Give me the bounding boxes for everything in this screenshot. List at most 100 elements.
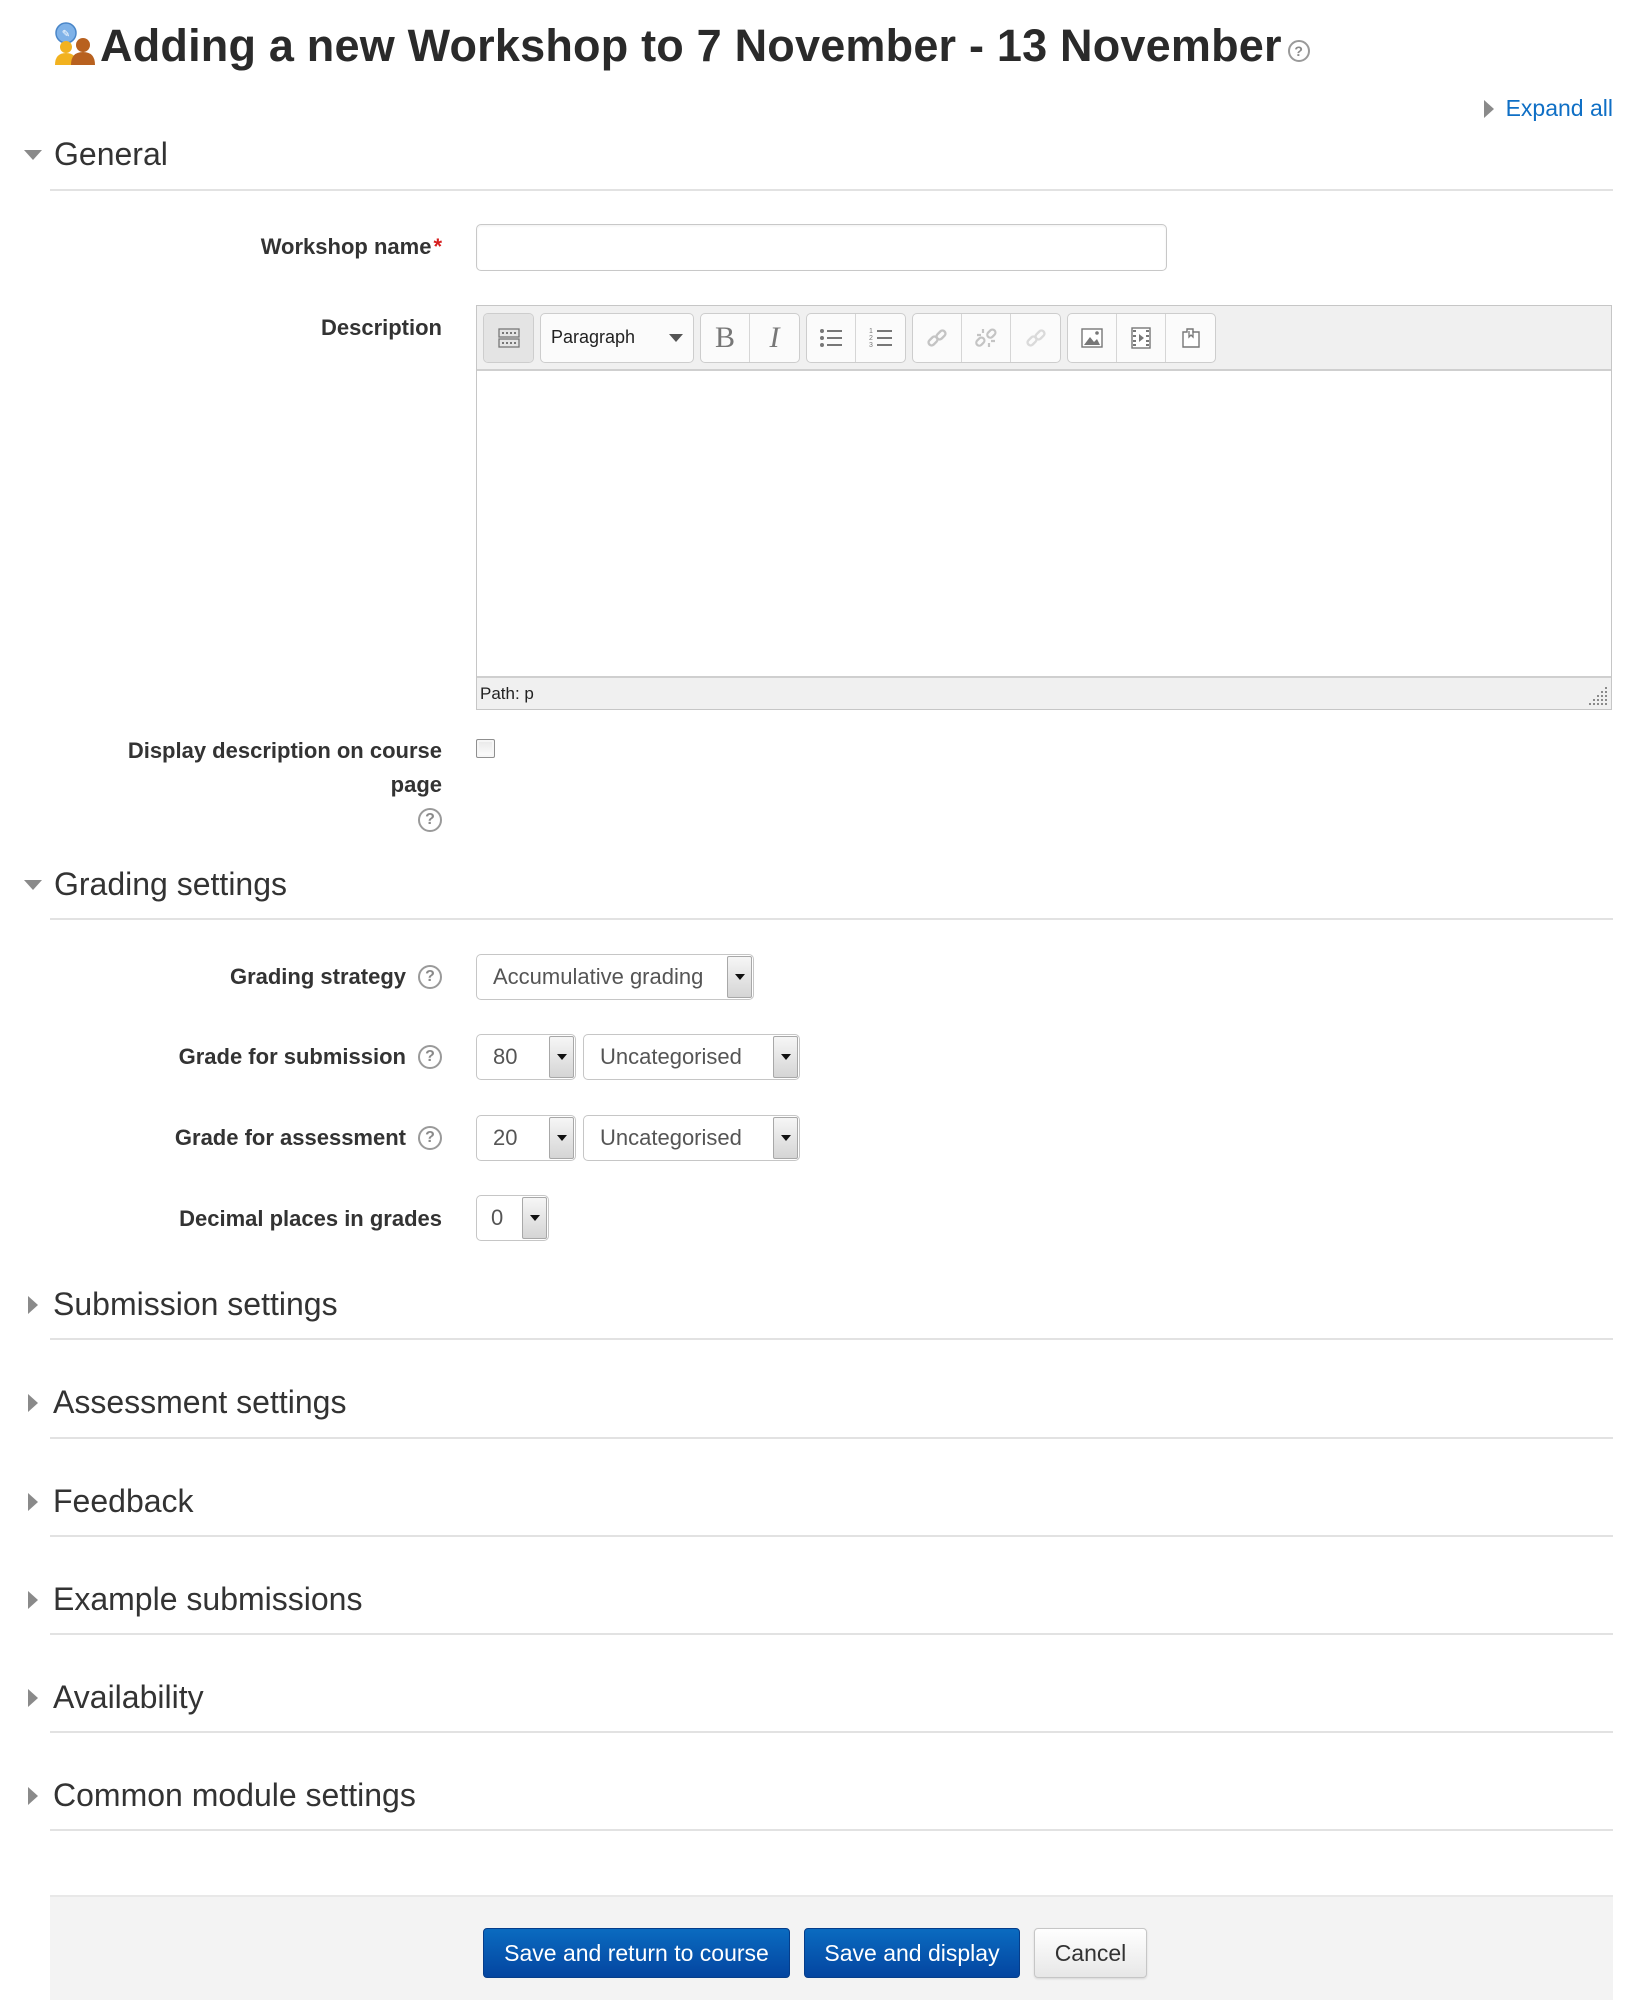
- editor-path-bar: Path: p: [477, 676, 1611, 709]
- cancel-button[interactable]: Cancel: [1034, 1928, 1147, 1978]
- dropdown-arrow-icon: [773, 1117, 798, 1159]
- paragraph-format-select[interactable]: Paragraph: [541, 314, 693, 362]
- save-and-display-button[interactable]: Save and display: [804, 1928, 1020, 1978]
- chevron-down-icon: [669, 333, 683, 342]
- divider: [50, 1535, 1613, 1537]
- manage-files-button[interactable]: [1166, 314, 1215, 362]
- label-line: Display description on course: [127, 738, 442, 763]
- workshop-icon: ✎: [52, 21, 96, 72]
- ordered-list-button[interactable]: 123: [856, 314, 905, 362]
- expand-arrow-icon: [28, 1295, 38, 1314]
- save-and-return-button[interactable]: Save and return to course: [483, 1928, 790, 1978]
- page-header: ✎ Adding a new Workshop to 7 November - …: [52, 18, 1310, 74]
- dropdown-arrow-icon: [549, 1117, 574, 1159]
- section-header-assessment-settings[interactable]: Assessment settings: [24, 1384, 346, 1421]
- dropdown-arrow-icon: [727, 956, 752, 998]
- divider: [50, 1338, 1613, 1340]
- label-text: Description: [320, 315, 442, 340]
- description-label: Description: [321, 313, 442, 343]
- description-textarea[interactable]: [477, 371, 1611, 676]
- dropdown-arrow-icon: [522, 1197, 547, 1239]
- label-text: Grading strategy: [229, 964, 406, 989]
- required-marker: *: [433, 234, 442, 259]
- label-line: page: [390, 772, 442, 797]
- divider: [50, 918, 1613, 920]
- svg-text:3: 3: [869, 342, 873, 349]
- link-icon: [927, 328, 947, 347]
- path-text: Path: p: [480, 683, 534, 703]
- select-value: 0: [491, 1205, 504, 1230]
- section-header-submission-settings[interactable]: Submission settings: [24, 1286, 338, 1323]
- help-icon[interactable]: ?: [418, 1045, 442, 1069]
- grade-for-assessment-select[interactable]: 20: [476, 1115, 576, 1161]
- divider: [50, 1829, 1613, 1831]
- section-header-common-module-settings[interactable]: Common module settings: [24, 1777, 416, 1814]
- toolbar-group: [483, 312, 534, 363]
- expand-arrow-icon: [28, 1393, 38, 1412]
- expand-arrow-icon: [28, 1688, 38, 1707]
- divider: [50, 1731, 1613, 1733]
- ordered-list-icon: 123: [869, 328, 892, 349]
- bold-button[interactable]: B: [701, 313, 750, 362]
- label-text: Grade for assessment: [174, 1125, 406, 1150]
- select-value: 20: [493, 1125, 518, 1150]
- workshop-name-input[interactable]: [476, 224, 1167, 271]
- section-title: Availability: [53, 1679, 204, 1715]
- unlink-icon: [975, 327, 997, 347]
- decimal-places-select[interactable]: 0: [476, 1195, 549, 1241]
- svg-text:✎: ✎: [62, 29, 70, 40]
- section-title: Assessment settings: [53, 1384, 347, 1420]
- display-description-label: Display description on course page ?: [128, 734, 442, 832]
- svg-text:2: 2: [869, 335, 873, 342]
- link-button[interactable]: [913, 313, 962, 362]
- submission-grade-category-select[interactable]: Uncategorised: [583, 1034, 800, 1080]
- help-icon[interactable]: ?: [418, 808, 442, 832]
- workshop-name-label: Workshop name *: [261, 232, 442, 262]
- collapse-arrow-icon: [24, 879, 42, 890]
- image-button[interactable]: [1068, 313, 1117, 362]
- manage-files-icon: [1181, 327, 1200, 348]
- help-icon[interactable]: ?: [418, 965, 442, 989]
- label-text: Grade for submission: [178, 1044, 406, 1069]
- grading-strategy-select[interactable]: Accumulative grading: [476, 954, 754, 1000]
- resize-handle-icon[interactable]: [1587, 685, 1609, 707]
- section-header-availability[interactable]: Availability: [24, 1679, 204, 1716]
- section-header-feedback[interactable]: Feedback: [24, 1483, 194, 1520]
- italic-icon: I: [769, 320, 780, 354]
- select-value: 80: [493, 1044, 518, 1069]
- image-icon: [1081, 327, 1103, 348]
- anchor-button[interactable]: [1011, 314, 1060, 362]
- assessment-grade-category-select[interactable]: Uncategorised: [583, 1115, 800, 1161]
- section-header-grading-settings[interactable]: Grading settings: [24, 866, 287, 903]
- divider: [50, 189, 1613, 191]
- editor-toolbar: Paragraph B I 123: [477, 306, 1611, 371]
- toolbar-toggle-icon: [497, 327, 520, 348]
- format-value: Paragraph: [551, 327, 636, 347]
- media-button[interactable]: [1117, 313, 1166, 362]
- toolbar-toggle-button[interactable]: [484, 313, 533, 362]
- dropdown-arrow-icon: [773, 1036, 798, 1078]
- unordered-list-button[interactable]: [807, 313, 856, 362]
- label-text: Workshop name: [260, 234, 432, 259]
- section-header-example-submissions[interactable]: Example submissions: [24, 1581, 362, 1618]
- section-title: Example submissions: [53, 1581, 363, 1617]
- help-icon[interactable]: ?: [1287, 40, 1310, 62]
- section-header-general[interactable]: General: [24, 136, 168, 173]
- unlink-button[interactable]: [962, 313, 1011, 362]
- divider: [50, 1437, 1613, 1439]
- section-title: Submission settings: [53, 1286, 338, 1322]
- expand-arrow-icon: [28, 1786, 38, 1805]
- toolbar-group: Paragraph: [540, 312, 694, 363]
- bold-icon: B: [714, 320, 735, 354]
- help-icon[interactable]: ?: [418, 1126, 442, 1150]
- display-description-checkbox[interactable]: [476, 739, 495, 758]
- expand-all-link[interactable]: Expand all: [1483, 95, 1613, 122]
- select-value: Accumulative grading: [493, 964, 704, 989]
- italic-button[interactable]: I: [750, 314, 799, 362]
- expand-arrow-icon: [28, 1492, 38, 1511]
- grade-for-submission-select[interactable]: 80: [476, 1034, 576, 1080]
- description-editor: Paragraph B I 123 Path: p: [476, 305, 1612, 710]
- toolbar-group: B I: [700, 312, 800, 363]
- expand-arrow-icon: [28, 1590, 38, 1609]
- toolbar-group: [1067, 312, 1216, 363]
